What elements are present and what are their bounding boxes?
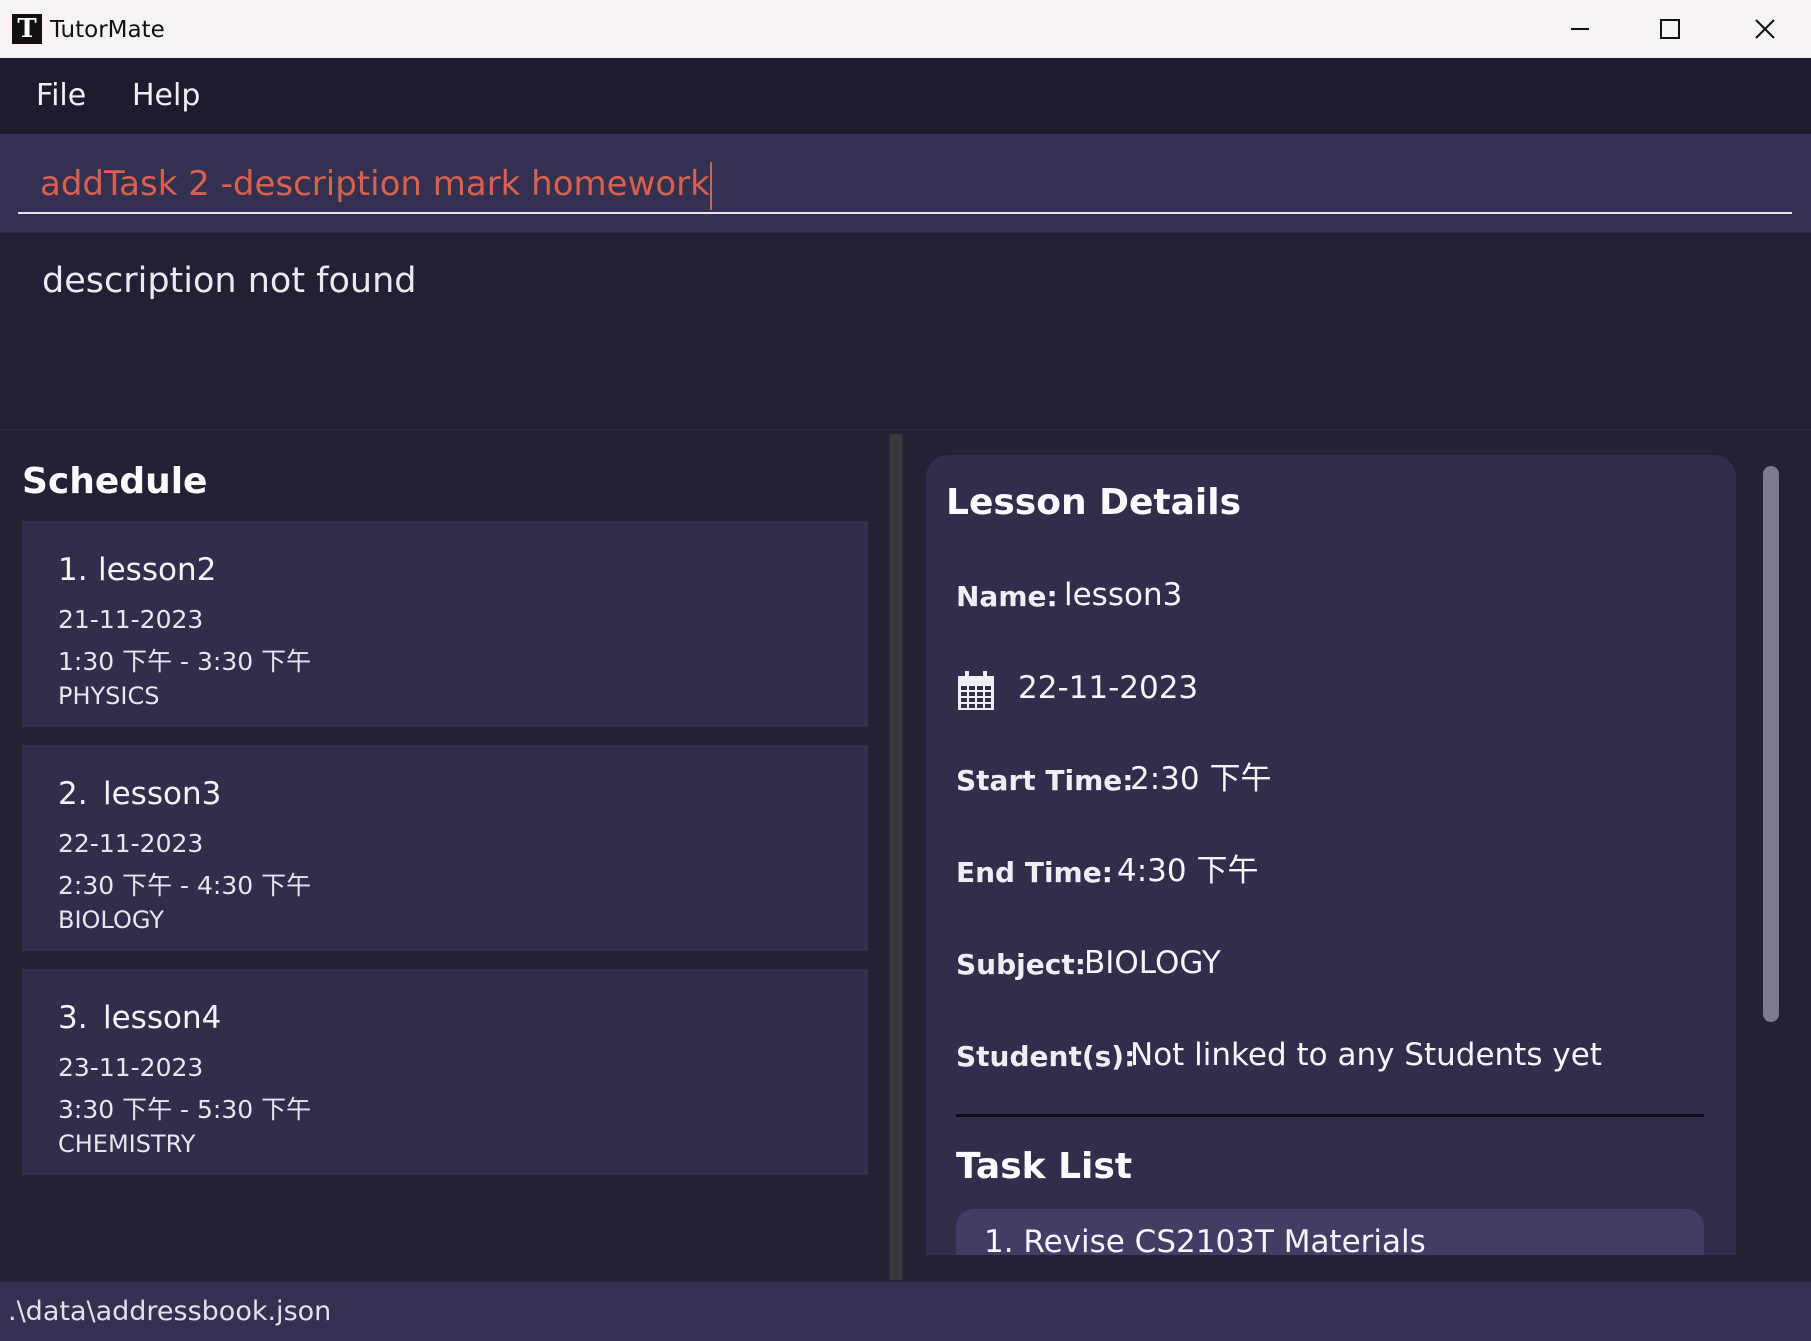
lesson-date: 22-11-2023: [58, 829, 204, 858]
menu-file[interactable]: File: [36, 78, 86, 114]
lesson-time: 3:30 下午 - 5:30 下午: [58, 1095, 312, 1124]
command-input[interactable]: addTask 2 -description mark homework: [18, 154, 1792, 214]
minimize-button[interactable]: [1535, 0, 1625, 58]
command-box: addTask 2 -description mark homework: [0, 134, 1811, 232]
lesson-card[interactable]: 1. lesson2 21-11-2023 1:30 下午 - 3:30 下午 …: [22, 521, 868, 727]
lesson-subject: BIOLOGY: [58, 906, 164, 934]
date-value: 22-11-2023: [1018, 670, 1199, 706]
lesson-card[interactable]: 3. lesson4 23-11-2023 3:30 下午 - 5:30 下午 …: [22, 969, 868, 1175]
calendar-icon: [958, 671, 994, 710]
lesson-subject: CHEMISTRY: [58, 1130, 196, 1158]
task-list-item[interactable]: 1. Revise CS2103T Materials: [956, 1209, 1704, 1255]
schedule-title: Schedule: [22, 461, 208, 502]
lesson-time: 2:30 下午 - 4:30 下午: [58, 871, 312, 900]
maximize-icon: [1660, 19, 1680, 39]
lesson-subject: PHYSICS: [58, 682, 160, 710]
lesson-index: 2.: [58, 776, 88, 812]
details-scrollbar-thumb[interactable]: [1763, 466, 1779, 1022]
lesson-card[interactable]: 2. lesson3 22-11-2023 2:30 下午 - 4:30 下午 …: [22, 745, 868, 951]
name-label: Name:: [956, 580, 1058, 613]
split-pane-divider[interactable]: [888, 434, 904, 1280]
app-window: T TutorMate File Help addTask 2 -descrip…: [0, 0, 1811, 1341]
close-icon: [1755, 19, 1775, 39]
details-title: Lesson Details: [946, 482, 1242, 523]
title-bar: T TutorMate: [0, 0, 1811, 58]
close-button[interactable]: [1720, 0, 1810, 58]
name-value: lesson3: [1064, 577, 1183, 613]
students-label: Student(s):: [956, 1040, 1136, 1073]
text-caret: [709, 161, 712, 210]
start-time-value: 2:30 下午: [1130, 761, 1272, 797]
menu-help[interactable]: Help: [132, 78, 200, 114]
data-file-path: .\data\addressbook.json: [8, 1296, 332, 1327]
lesson-index: 3.: [58, 1000, 88, 1036]
lesson-name: lesson3: [103, 776, 222, 812]
lesson-name: lesson4: [103, 1000, 222, 1036]
lesson-name: lesson2: [98, 552, 217, 588]
lesson-date: 23-11-2023: [58, 1053, 204, 1082]
subject-label: Subject:: [956, 948, 1086, 981]
command-text: addTask 2 -description mark homework: [40, 164, 710, 204]
minimize-icon: [1571, 28, 1589, 30]
lesson-time: 1:30 下午 - 3:30 下午: [58, 647, 312, 676]
lesson-details-panel: Lesson Details Name: lesson3 22-11-2023 …: [926, 455, 1736, 1255]
students-value: Not linked to any Students yet: [1130, 1037, 1602, 1073]
details-separator: [956, 1114, 1704, 1117]
result-display: description not found: [0, 232, 1811, 430]
schedule-panel: Schedule 1. lesson2 21-11-2023 1:30 下午 -…: [0, 432, 888, 1282]
result-message: description not found: [42, 261, 417, 301]
app-logo-icon: T: [12, 14, 42, 44]
start-time-label: Start Time:: [956, 764, 1134, 797]
task-list-title: Task List: [956, 1146, 1133, 1187]
menu-bar: File Help: [0, 58, 1811, 134]
task-text: 1. Revise CS2103T Materials: [984, 1224, 1426, 1255]
window-title: TutorMate: [50, 17, 165, 43]
end-time-label: End Time:: [956, 856, 1113, 889]
end-time-value: 4:30 下午: [1117, 853, 1259, 889]
maximize-button[interactable]: [1625, 0, 1715, 58]
lesson-index: 1.: [58, 552, 88, 588]
status-bar: .\data\addressbook.json: [0, 1282, 1811, 1341]
lesson-date: 21-11-2023: [58, 605, 204, 634]
subject-value: BIOLOGY: [1084, 945, 1221, 981]
